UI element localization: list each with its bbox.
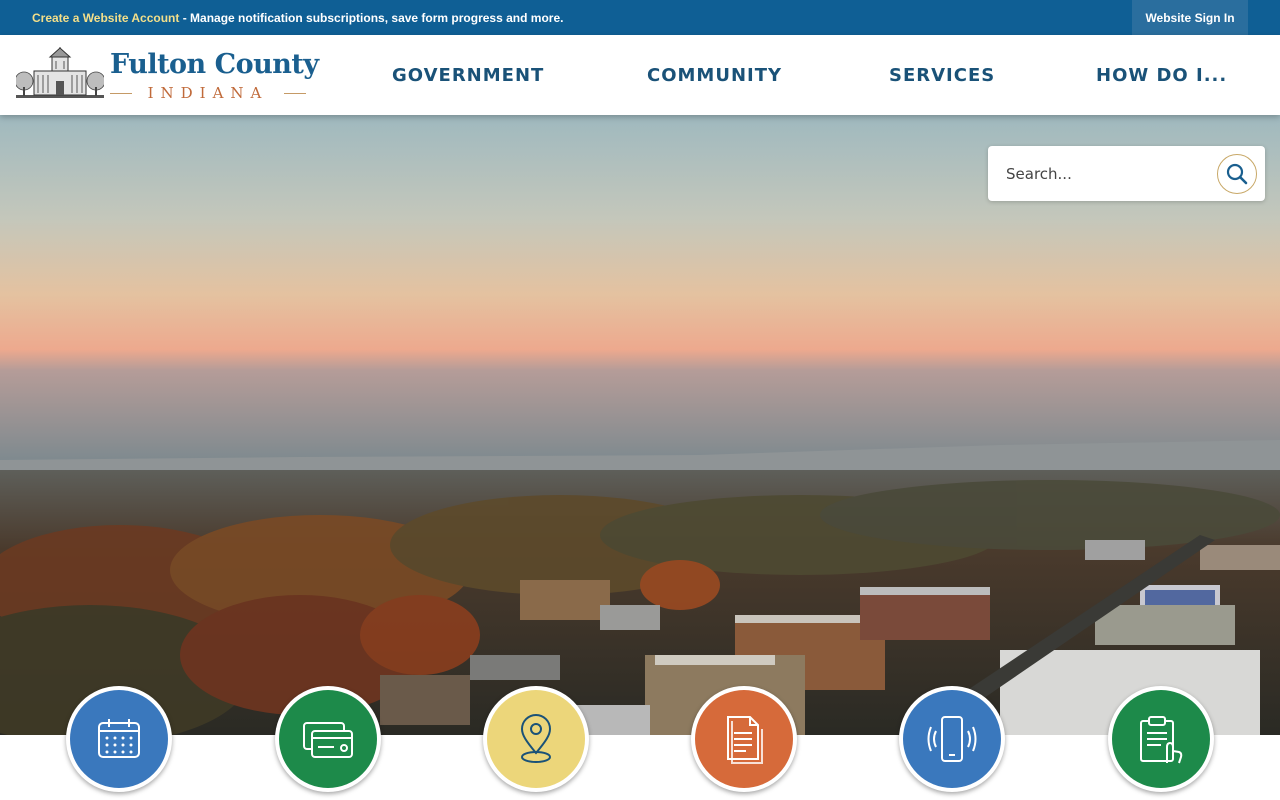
logo-subtitle: INDIANA (147, 84, 269, 102)
quick-link-circle (903, 690, 1001, 788)
notification-message: Create a Website Account - Manage notifi… (32, 11, 563, 25)
site-header: Fulton County INDIANA GOVERNMENT COMMUNI… (0, 35, 1280, 115)
search-input[interactable] (1006, 160, 1196, 188)
search-button[interactable] (1217, 154, 1257, 194)
nav-item-community[interactable]: COMMUNITY (647, 35, 782, 115)
quick-link-circle (70, 690, 168, 788)
quick-link-documents[interactable] (691, 686, 797, 792)
quick-link-notify-me[interactable] (899, 686, 1005, 792)
site-search (988, 146, 1265, 201)
logo-divider (284, 93, 306, 94)
clipboard-icon (1140, 716, 1183, 764)
courthouse-logo-icon (16, 47, 104, 98)
credit-card-icon (303, 722, 353, 758)
quick-link-circle (487, 690, 585, 788)
quick-links-bar (0, 735, 1280, 800)
website-sign-in-button[interactable]: Website Sign In (1132, 0, 1248, 35)
quick-link-circle (1112, 690, 1210, 788)
logo-divider (110, 93, 132, 94)
nav-item-services[interactable]: SERVICES (889, 35, 995, 115)
logo-title: Fulton County (110, 49, 319, 80)
notification-text: - Manage notification subscriptions, sav… (179, 11, 564, 25)
quick-link-circle (695, 690, 793, 788)
quick-link-forms[interactable] (1108, 686, 1214, 792)
logo-subtitle-wrap: INDIANA (110, 83, 306, 103)
county-logo[interactable]: Fulton County INDIANA (16, 47, 319, 105)
quick-link-circle (279, 690, 377, 788)
nav-item-how-do-i[interactable]: HOW DO I... (1096, 35, 1227, 115)
mobile-phone-icon (927, 716, 977, 762)
quick-link-calendar[interactable] (66, 686, 172, 792)
nav-item-government[interactable]: GOVERNMENT (392, 35, 544, 115)
create-account-link[interactable]: Create a Website Account (32, 11, 179, 25)
hero-banner-image (0, 115, 1280, 735)
notification-bar: Create a Website Account - Manage notifi… (0, 0, 1280, 35)
calendar-icon (98, 719, 140, 758)
quick-link-payments[interactable] (275, 686, 381, 792)
search-icon (1226, 163, 1248, 185)
map-pin-icon (520, 714, 552, 763)
quick-link-map[interactable] (483, 686, 589, 792)
document-icon (727, 716, 763, 764)
